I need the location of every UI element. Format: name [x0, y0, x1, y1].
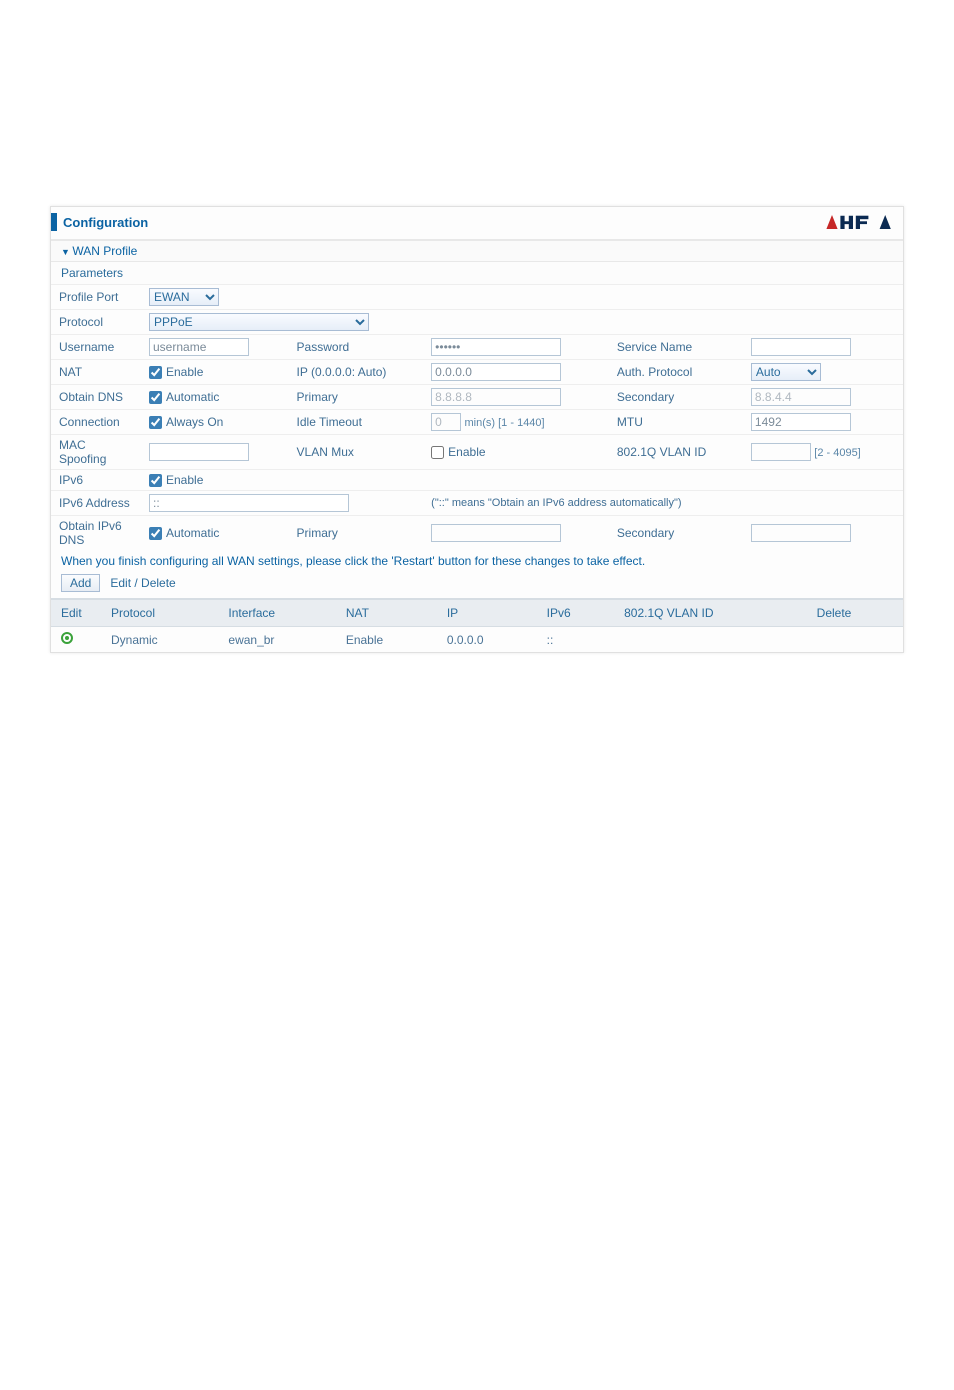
col-interface: Interface	[218, 599, 335, 627]
always-on-checkbox[interactable]	[149, 416, 162, 429]
idle-timeout-input[interactable]	[431, 413, 461, 431]
mtu-label: MTU	[609, 410, 743, 435]
nat-ip-label: IP (0.0.0.0: Auto)	[289, 360, 424, 385]
config-panel: Configuration WAN Profile Parameters Pro…	[50, 206, 904, 653]
ipv6-dns-secondary-label: Secondary	[609, 516, 743, 551]
brand-logo	[825, 211, 895, 233]
dns-secondary-input[interactable]	[751, 388, 851, 406]
idle-unit: min(s) [1 - 1440]	[465, 417, 545, 429]
username-input[interactable]	[149, 338, 249, 356]
profile-port-select[interactable]: EWAN	[149, 288, 219, 306]
mac-spoofing-input[interactable]	[149, 443, 249, 461]
dns-automatic-text: Automatic	[166, 390, 219, 404]
ipv6-address-input[interactable]	[149, 494, 349, 512]
ipv6-enable-checkbox[interactable]	[149, 474, 162, 487]
vlan-id-input[interactable]	[751, 443, 811, 461]
ipv6-label: IPv6	[51, 470, 141, 491]
page-title: Configuration	[63, 215, 148, 230]
panel-title: Configuration	[51, 213, 148, 231]
table-row: Dynamic ewan_br Enable 0.0.0.0 ::	[51, 627, 903, 653]
username-label: Username	[51, 335, 141, 360]
form-table: Profile Port EWAN Protocol PPPoE Usernam…	[51, 284, 903, 550]
row-protocol: Dynamic	[101, 627, 218, 653]
col-protocol: Protocol	[101, 599, 218, 627]
service-name-input[interactable]	[751, 338, 851, 356]
auth-protocol-label: Auth. Protocol	[609, 360, 743, 385]
dns-primary-input[interactable]	[431, 388, 561, 406]
title-accent	[51, 213, 57, 231]
profile-port-label: Profile Port	[51, 285, 141, 310]
parameters-heading: Parameters	[51, 262, 903, 284]
edit-delete-label: Edit / Delete	[110, 576, 175, 590]
ipv6-dns-primary-input[interactable]	[431, 524, 561, 542]
panel-header: Configuration	[51, 207, 903, 240]
row-nat: Enable	[336, 627, 437, 653]
vlan-id-range: [2 - 4095]	[814, 447, 860, 459]
ipv6-dns-primary-label: Primary	[289, 516, 424, 551]
service-name-label: Service Name	[609, 335, 743, 360]
row-interface: ewan_br	[218, 627, 335, 653]
ipv6-dns-automatic-text: Automatic	[166, 526, 219, 540]
nat-enable-checkbox[interactable]	[149, 366, 162, 379]
auth-protocol-select[interactable]: Auto	[751, 363, 821, 381]
password-label: Password	[289, 335, 424, 360]
vlan-mux-checkbox[interactable]	[431, 446, 444, 459]
ipv6-enable-text: Enable	[166, 473, 203, 487]
col-edit: Edit	[51, 599, 101, 627]
restart-note: When you finish configuring all WAN sett…	[51, 550, 903, 572]
password-input[interactable]	[431, 338, 561, 356]
mac-spoofing-label: MAC Spoofing	[51, 435, 141, 470]
col-ipv6: IPv6	[537, 599, 614, 627]
ipv6-dns-secondary-input[interactable]	[751, 524, 851, 542]
connection-label: Connection	[51, 410, 141, 435]
vlan-mux-label: VLAN Mux	[289, 435, 424, 470]
vlan-id-label: 802.1Q VLAN ID	[609, 435, 743, 470]
dns-primary-label: Primary	[289, 385, 424, 410]
vlan-mux-enable-text: Enable	[448, 445, 485, 459]
col-delete: Delete	[807, 599, 903, 627]
ipv6-address-label: IPv6 Address	[51, 491, 141, 516]
add-button[interactable]: Add	[61, 574, 100, 592]
protocol-label: Protocol	[51, 310, 141, 335]
row-edit-radio[interactable]	[61, 632, 73, 644]
nat-enable-text: Enable	[166, 365, 203, 379]
table-header-row: Edit Protocol Interface NAT IP IPv6 802.…	[51, 599, 903, 627]
protocol-select[interactable]: PPPoE	[149, 313, 369, 331]
col-ip: IP	[437, 599, 537, 627]
nat-label: NAT	[51, 360, 141, 385]
row-delete	[807, 627, 903, 653]
nat-ip-input[interactable]	[431, 363, 561, 381]
ipv6-dns-automatic-checkbox[interactable]	[149, 527, 162, 540]
idle-timeout-label: Idle Timeout	[289, 410, 424, 435]
profiles-table: Edit Protocol Interface NAT IP IPv6 802.…	[51, 598, 903, 652]
mtu-input[interactable]	[751, 413, 851, 431]
section-title-text: WAN Profile	[72, 244, 137, 258]
dns-automatic-checkbox[interactable]	[149, 391, 162, 404]
row-ip: 0.0.0.0	[437, 627, 537, 653]
row-ipv6: ::	[537, 627, 614, 653]
row-vlan	[614, 627, 807, 653]
ipv6-dns-label: Obtain IPv6 DNS	[51, 516, 141, 551]
col-nat: NAT	[336, 599, 437, 627]
section-wan-profile[interactable]: WAN Profile	[51, 240, 903, 262]
always-on-text: Always On	[166, 415, 223, 429]
obtain-dns-label: Obtain DNS	[51, 385, 141, 410]
ipv6-address-hint: ("::" means "Obtain an IPv6 address auto…	[423, 491, 903, 516]
col-vlan: 802.1Q VLAN ID	[614, 599, 807, 627]
dns-secondary-label: Secondary	[609, 385, 743, 410]
